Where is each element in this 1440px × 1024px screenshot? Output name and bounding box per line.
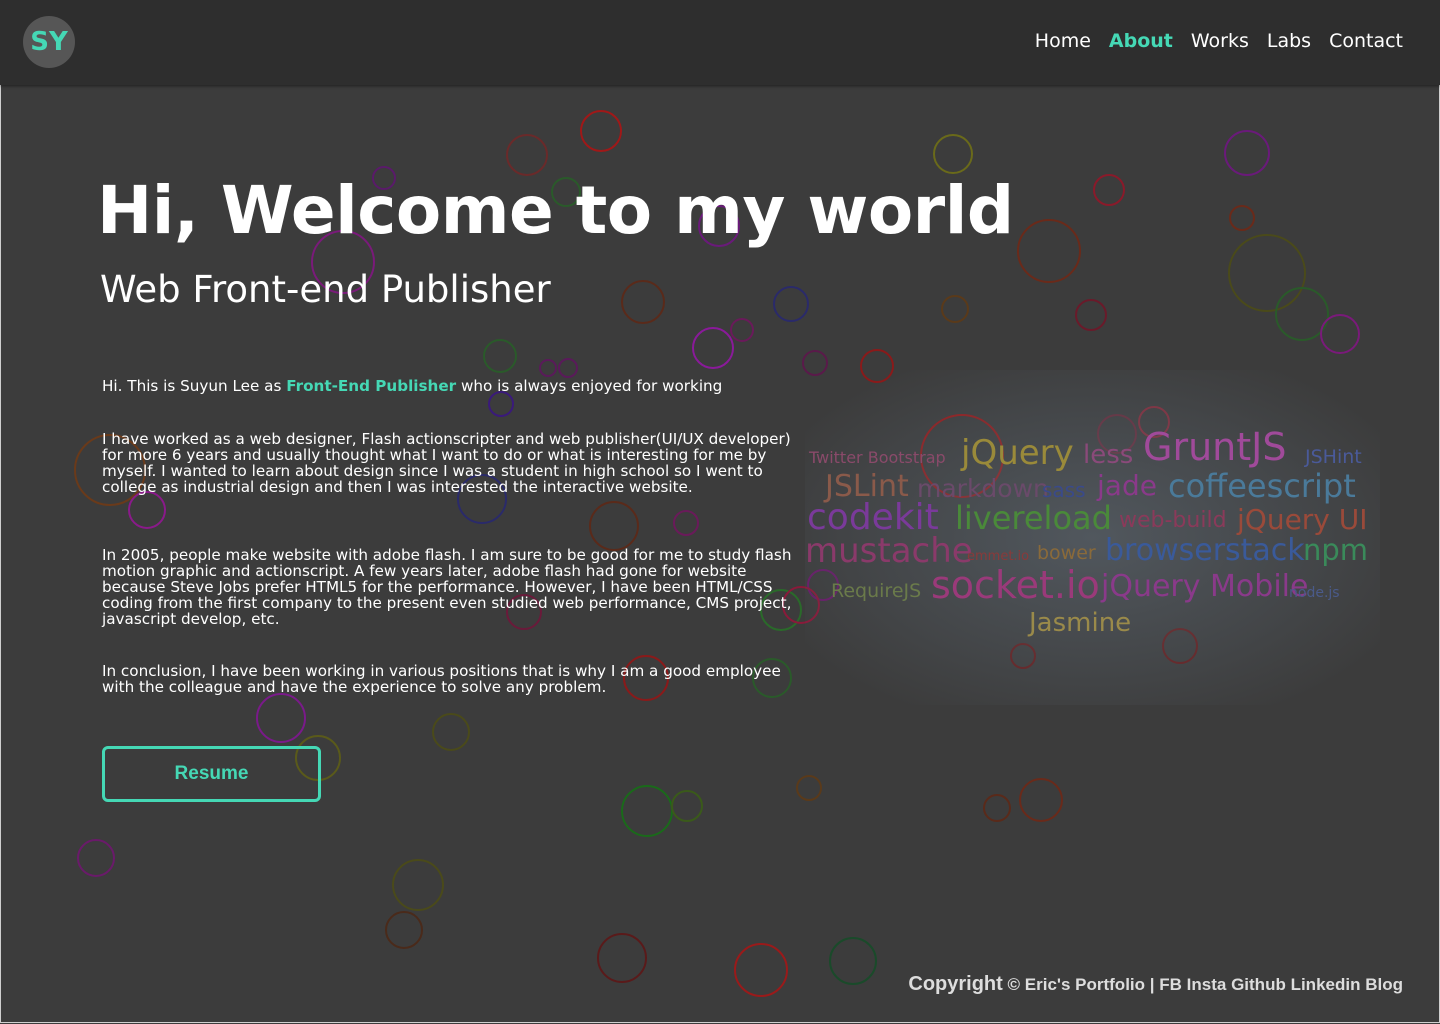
skill-word: livereload xyxy=(955,499,1112,537)
about-section: Hi, Welcome to my world Web Front-end Pu… xyxy=(0,0,1440,1024)
logo[interactable]: SY xyxy=(23,16,75,68)
resume-button[interactable]: Resume xyxy=(102,746,321,802)
copyright-text: © Eric's Portfolio | xyxy=(1007,975,1155,994)
footer-link-github[interactable]: Github xyxy=(1231,975,1286,994)
conclusion-paragraph: In conclusion, I have been working in va… xyxy=(102,662,781,696)
copyright-label: Copyright xyxy=(908,973,1003,995)
skill-word: Jasmine xyxy=(1029,608,1132,638)
top-navigation-bar: SY Home About Works Labs Contact xyxy=(0,0,1440,85)
footer: Copyright © Eric's Portfolio | FB Insta … xyxy=(908,973,1403,996)
nav-about[interactable]: About xyxy=(1109,30,1173,52)
skills-word-cloud: Twitter Bootstrap jQuery less GruntJS JSHint… xyxy=(805,370,1380,705)
skill-word: sass xyxy=(1042,478,1086,502)
footer-link-fb[interactable]: FB xyxy=(1159,975,1182,994)
skill-word: JSHint xyxy=(1305,446,1362,468)
skill-word: browserstack xyxy=(1105,533,1305,568)
skill-word: socket.io xyxy=(931,563,1100,607)
intro-text-before: Hi. This is Suyun Lee as xyxy=(102,377,287,395)
skill-word: less xyxy=(1083,440,1134,470)
skill-word: Twitter Bootstrap xyxy=(809,448,946,467)
skill-word: web-build xyxy=(1119,508,1227,533)
nav-works[interactable]: Works xyxy=(1191,30,1249,52)
page-title: Hi, Welcome to my world xyxy=(97,172,1014,249)
skill-word: jQuery Mobile xyxy=(1101,569,1309,604)
intro-paragraph: Hi. This is Suyun Lee as Front-End Publi… xyxy=(102,378,792,394)
skill-word: GruntJS xyxy=(1143,425,1287,469)
career-paragraph: I have worked as a web designer, Flash a… xyxy=(102,430,791,496)
main-nav: Home About Works Labs Contact xyxy=(1035,30,1403,52)
intro-highlight: Front-End Publisher xyxy=(286,377,457,395)
skill-word: jQuery xyxy=(961,433,1074,473)
page-subtitle: Web Front-end Publisher xyxy=(100,268,551,311)
skill-word: emmet.io xyxy=(967,549,1030,564)
nav-labs[interactable]: Labs xyxy=(1267,30,1311,52)
history-paragraph: In 2005, people make website with adobe … xyxy=(102,546,792,628)
nav-home[interactable]: Home xyxy=(1035,30,1091,52)
skill-word: RequireJS xyxy=(831,580,922,602)
skill-word: node.js xyxy=(1289,585,1340,601)
intro-text-after: who is always enjoyed for working xyxy=(456,377,723,395)
skill-word: jQuery UI xyxy=(1237,503,1368,536)
skill-word: bower xyxy=(1037,542,1096,564)
skill-word: npm xyxy=(1303,533,1369,567)
footer-link-blog[interactable]: Blog xyxy=(1365,975,1403,994)
skill-word: jade xyxy=(1097,469,1157,502)
nav-contact[interactable]: Contact xyxy=(1329,30,1403,52)
footer-link-linkedin[interactable]: Linkedin xyxy=(1291,975,1361,994)
footer-link-insta[interactable]: Insta xyxy=(1187,975,1227,994)
skill-word: coffeescript xyxy=(1168,467,1356,505)
